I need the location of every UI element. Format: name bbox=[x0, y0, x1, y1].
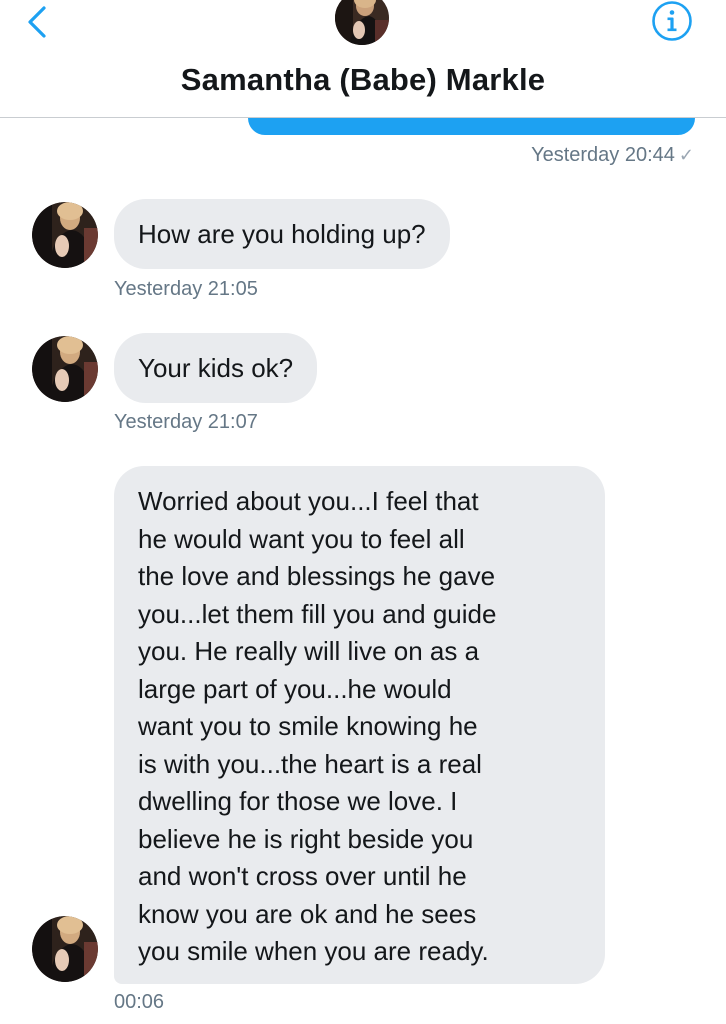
message-line: he would want you to feel all bbox=[138, 523, 465, 554]
contact-avatar[interactable] bbox=[335, 0, 389, 46]
sender-avatar[interactable] bbox=[32, 336, 98, 402]
message-line: large part of you...he would bbox=[138, 673, 452, 704]
message-line: and won't cross over until he bbox=[138, 861, 467, 891]
message-line: the love and blessings he gave bbox=[138, 561, 496, 591]
message-line: believe he is right beside you bbox=[138, 823, 474, 854]
received-message-bubble[interactable]: Worried about you...I feel that he would… bbox=[114, 466, 605, 984]
received-message-bubble[interactable]: Your kids ok? bbox=[114, 333, 318, 403]
conversation-header: Samantha (Babe) Markle bbox=[0, 0, 726, 118]
message-line: you smile when you are ready. bbox=[138, 936, 489, 966]
sender-avatar[interactable] bbox=[32, 916, 98, 982]
sent-message-bubble[interactable] bbox=[248, 118, 695, 135]
back-button[interactable] bbox=[22, 2, 56, 42]
message-timestamp: Yesterday 21:05 bbox=[114, 278, 258, 300]
avatar-photo bbox=[335, 0, 389, 45]
message-line: want you to smile knowing he bbox=[138, 711, 478, 741]
message-timestamp: 00:06 bbox=[114, 991, 165, 1013]
avatar-photo bbox=[32, 916, 98, 982]
avatar-photo bbox=[32, 202, 98, 268]
message-timestamp: Yesterday 20:44 bbox=[531, 144, 675, 166]
message-line: is with you...the heart is a real bbox=[138, 748, 482, 779]
message-line: know you are ok and he sees bbox=[138, 898, 477, 929]
info-button[interactable] bbox=[650, 0, 694, 44]
message-timestamp: Yesterday 21:07 bbox=[114, 411, 258, 433]
avatar-photo bbox=[32, 336, 98, 402]
chevron-left-icon bbox=[28, 6, 46, 38]
sent-check-icon: ✓ bbox=[678, 145, 694, 165]
sent-message-meta: Yesterday 20:44 ✓ bbox=[531, 144, 694, 167]
sender-avatar[interactable] bbox=[32, 202, 98, 268]
message-line: you. He really will live on as a bbox=[138, 636, 480, 666]
message-line: Worried about you...I feel that bbox=[138, 486, 479, 516]
contact-name[interactable]: Samantha (Babe) Markle bbox=[0, 62, 726, 98]
message-line: dwelling for those we love. I bbox=[138, 786, 458, 816]
message-line: you...let them fill you and guide bbox=[138, 598, 497, 629]
received-message-bubble[interactable]: How are you holding up? bbox=[114, 199, 450, 269]
info-icon bbox=[652, 1, 692, 41]
